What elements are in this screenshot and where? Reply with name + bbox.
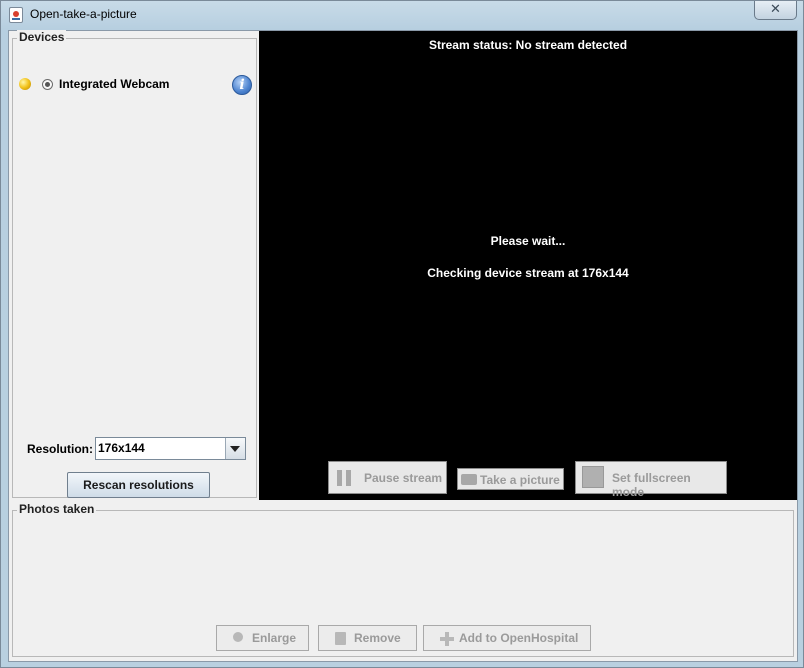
photos-legend: Photos taken [17,502,97,516]
device-radio-integrated-webcam[interactable] [42,79,53,90]
fullscreen-label: Set fullscreen mode [612,471,691,499]
fullscreen-button[interactable]: Set fullscreen mode [575,461,727,499]
resolution-select[interactable]: 176x144 [95,437,246,460]
info-icon[interactable]: i [232,75,252,95]
fullscreen-icon [582,466,604,488]
stream-status-text: Stream status: No stream detected [428,38,628,52]
remove-label: Remove [354,631,401,645]
pause-stream-button[interactable]: Pause stream [328,461,447,494]
plus-icon [440,632,454,646]
close-button[interactable]: ✕ [754,1,797,20]
device-status-led-icon [19,78,31,90]
take-picture-button[interactable]: Take a picture [457,468,564,490]
window-title: Open-take-a-picture [30,7,137,21]
devices-panel: Devices Integrated Webcam i Resolution: … [12,30,257,498]
resolution-value: 176x144 [98,441,145,455]
add-to-openhospital-label: Add to OpenHospital [459,631,579,645]
application-window: Open-take-a-picture ✕ Devices Integrated… [0,0,804,668]
java-app-icon [9,7,23,23]
client-area: Devices Integrated Webcam i Resolution: … [8,30,798,662]
please-wait-text: Please wait... [490,234,566,248]
pause-icon [337,470,351,486]
remove-button[interactable]: Remove [318,625,417,651]
devices-legend: Devices [17,30,67,44]
enlarge-label: Enlarge [252,631,297,645]
chevron-down-icon[interactable] [225,438,245,459]
stream-view: Stream status: No stream detected Please… [259,31,797,500]
resolution-label: Resolution: [27,442,93,456]
take-picture-label: Take a picture [480,473,560,487]
rescan-resolutions-button[interactable]: Rescan resolutions [67,472,210,498]
camera-icon [461,474,477,485]
device-label-integrated-webcam[interactable]: Integrated Webcam [59,77,169,91]
add-to-openhospital-button[interactable]: Add to OpenHospital [423,625,591,651]
magnifier-icon [233,632,243,642]
pause-stream-label: Pause stream [364,471,443,485]
title-bar[interactable]: Open-take-a-picture ✕ [1,1,803,29]
checking-stream-text: Checking device stream at 176x144 [427,266,629,280]
trash-icon [335,632,346,645]
enlarge-button[interactable]: Enlarge [216,625,309,651]
photos-panel: Photos taken Enlarge Remove Add to OpenH… [12,502,794,657]
